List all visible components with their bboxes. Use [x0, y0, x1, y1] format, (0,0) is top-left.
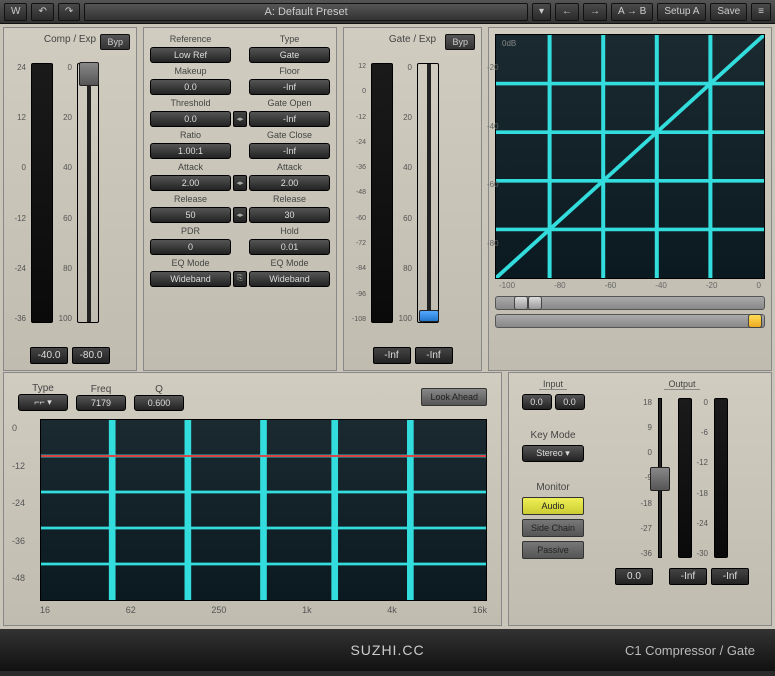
curve-range-slider[interactable] — [495, 296, 765, 310]
input-right-value[interactable]: 0.0 — [555, 394, 585, 410]
output-label: Output — [664, 379, 699, 390]
curve-graph[interactable]: 0dB — [495, 34, 765, 279]
param-value[interactable]: 0.01 — [249, 239, 330, 255]
param-label: Gate Open — [249, 98, 330, 108]
input-label: Input — [539, 379, 567, 390]
save-button[interactable]: Save — [710, 3, 747, 21]
param-label: Makeup — [150, 66, 231, 76]
param-value[interactable]: Low Ref — [150, 47, 231, 63]
param-label: Attack — [150, 162, 231, 172]
eq-freq-label: Freq — [76, 384, 126, 395]
comp-scale-right: 020406080100 — [56, 63, 74, 323]
monitor-label: Monitor — [536, 482, 569, 493]
param-label: Release — [249, 194, 330, 204]
param-value[interactable]: 30 — [249, 207, 330, 223]
param-label: Attack — [249, 162, 330, 172]
key-mode-label: Key Mode — [530, 430, 575, 441]
param-value[interactable]: -Inf — [249, 143, 330, 159]
param-label: Ratio — [150, 130, 231, 140]
param-value[interactable]: -Inf — [249, 79, 330, 95]
prev-button[interactable]: ← — [555, 3, 579, 21]
logo-icon[interactable]: W — [4, 3, 27, 21]
param-value[interactable]: 2.00 — [150, 175, 231, 191]
param-value[interactable]: 50 — [150, 207, 231, 223]
redo-button[interactable]: ↷ — [58, 3, 80, 21]
eq-panel: Type⌐⌐ ▾ Freq7179 Q0.600 Look Ahead 1662… — [3, 372, 502, 626]
link-icon[interactable]: ◂▸ — [233, 207, 247, 223]
eq-q-label: Q — [134, 384, 184, 395]
undo-button[interactable]: ↶ — [31, 3, 53, 21]
gate-meter-left — [371, 63, 393, 323]
look-ahead-button[interactable]: Look Ahead — [421, 388, 487, 406]
input-left-value[interactable]: 0.0 — [522, 394, 552, 410]
io-panel: Input 0.0 0.0 Key Mode Stereo ▾ Monitor … — [508, 372, 772, 626]
param-label: Floor — [249, 66, 330, 76]
output-fader-value[interactable]: 0.0 — [615, 568, 653, 585]
param-value[interactable]: 0 — [150, 239, 231, 255]
param-label: EQ Mode — [150, 258, 231, 268]
footer-watermark: SUZHI.CC — [350, 642, 424, 658]
params-panel: Reference Type Low Ref Gate Makeup Floor 0.0 -I… — [143, 27, 337, 371]
comp-meter-left — [31, 63, 53, 323]
gate-bypass-button[interactable]: Byp — [445, 34, 475, 50]
comp-meter-right[interactable] — [77, 63, 99, 323]
curve-threshold-slider[interactable] — [495, 314, 765, 328]
key-mode-select[interactable]: Stereo ▾ — [522, 445, 584, 462]
gate-value-right[interactable]: -Inf — [415, 347, 453, 364]
param-value[interactable]: Wideband — [150, 271, 231, 287]
eq-type-select[interactable]: ⌐⌐ ▾ — [18, 394, 68, 411]
param-value[interactable]: 1.00:1 — [150, 143, 231, 159]
ab-button[interactable]: A → B — [611, 3, 653, 21]
monitor-sidechain-button[interactable]: Side Chain — [522, 519, 584, 537]
param-label: Gate Close — [249, 130, 330, 140]
output-meter-left — [678, 398, 692, 558]
comp-value-right[interactable]: -80.0 — [72, 347, 110, 364]
param-label: Release — [150, 194, 231, 204]
link-icon[interactable]: ◂▸ — [233, 111, 247, 127]
gate-scale-right: 020406080100 — [396, 63, 414, 323]
gate-panel: Gate / Exp Byp 120-12-24-36-48-60-72-84-… — [343, 27, 482, 371]
comp-scale-left: 24120-12-24-36 — [10, 63, 28, 323]
param-value[interactable]: -Inf — [249, 111, 330, 127]
curve-panel: 0dB -100-80-60-40-200 -20-40-60-80 — [488, 27, 772, 371]
next-button[interactable]: → — [583, 3, 607, 21]
param-value[interactable]: 2.00 — [249, 175, 330, 191]
param-value[interactable]: Wideband — [249, 271, 330, 287]
output-scale-2: 0-6-12-18-24-30 — [696, 398, 710, 558]
preset-dropdown-icon[interactable]: ▾ — [532, 3, 551, 21]
gate-scale-left: 120-12-24-36-48-60-72-84-96-108 — [350, 63, 368, 323]
param-label: Threshold — [150, 98, 231, 108]
param-label: PDR — [150, 226, 231, 236]
link-icon[interactable]: ⎘ — [233, 271, 247, 287]
preset-display[interactable]: A: Default Preset — [84, 3, 528, 21]
output-fader[interactable] — [658, 398, 662, 558]
monitor-audio-button[interactable]: Audio — [522, 497, 584, 515]
comp-panel: Comp / Exp Byp 24120-12-24-36 0204060801… — [3, 27, 137, 371]
curve-0db-label: 0dB — [502, 39, 516, 48]
eq-freq-value[interactable]: 7179 — [76, 395, 126, 411]
comp-value-left[interactable]: -40.0 — [30, 347, 68, 364]
eq-graph[interactable] — [40, 419, 487, 601]
output-right-value[interactable]: -Inf — [711, 568, 749, 585]
param-value[interactable]: Gate — [249, 47, 330, 63]
param-value[interactable]: 0.0 — [150, 111, 231, 127]
eq-q-value[interactable]: 0.600 — [134, 395, 184, 411]
menu-icon[interactable]: ≡ — [751, 3, 771, 21]
param-label: EQ Mode — [249, 258, 330, 268]
eq-type-label: Type — [18, 383, 68, 394]
monitor-passive-button[interactable]: Passive — [522, 541, 584, 559]
link-icon[interactable]: ◂▸ — [233, 175, 247, 191]
setup-button[interactable]: Setup A — [657, 3, 706, 21]
param-label: Type — [249, 34, 330, 44]
gate-meter-right[interactable] — [417, 63, 439, 323]
param-label: Reference — [150, 34, 231, 44]
plugin-name: C1 Compressor / Gate — [625, 643, 755, 658]
param-value[interactable]: 0.0 — [150, 79, 231, 95]
gate-value-left[interactable]: -Inf — [373, 347, 411, 364]
output-left-value[interactable]: -Inf — [669, 568, 707, 585]
param-label: Hold — [249, 226, 330, 236]
comp-bypass-button[interactable]: Byp — [100, 34, 130, 50]
output-meter-right — [714, 398, 728, 558]
